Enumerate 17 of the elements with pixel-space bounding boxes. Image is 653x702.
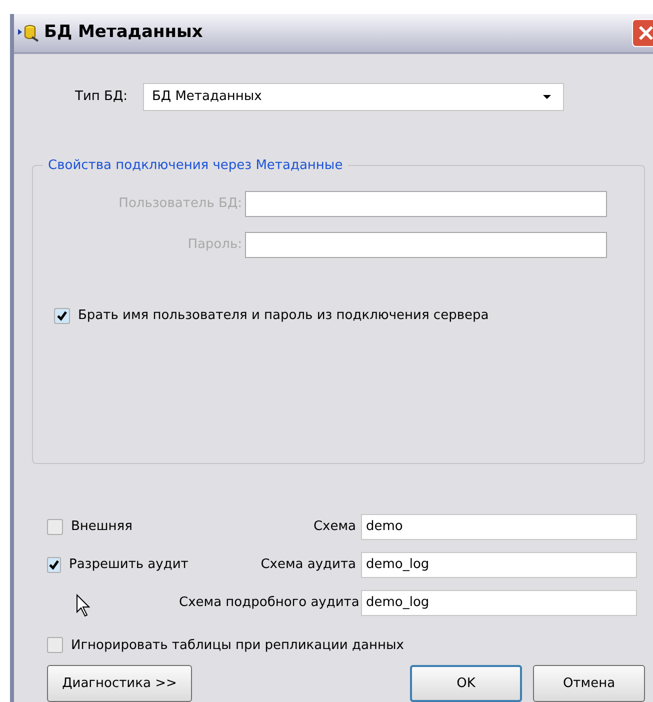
window-title: БД Метаданных (44, 21, 203, 44)
checkbox-label: Разрешить аудит (69, 556, 188, 574)
checkbox-label: Внешняя (71, 518, 132, 536)
dialog-button[interactable]: Отмена (533, 665, 645, 702)
dialog-button[interactable]: OK (410, 665, 522, 702)
input-field[interactable]: demo_log (361, 590, 637, 616)
input-field[interactable]: demo_log (361, 552, 637, 578)
checkbox-label: Игнорировать таблицы при репликации данных (71, 636, 404, 654)
field-label: Схема подробного аудита (179, 594, 360, 612)
field-label: Пользователь БД: (118, 195, 243, 214)
checkbox-label: Брать имя пользователя и пароль из подключения сервера (78, 306, 489, 325)
db-type-dropdown[interactable]: БД Метаданных (143, 82, 564, 111)
field-label: Пароль: (186, 236, 243, 254)
field-label: Схема (312, 518, 357, 536)
db-type-label: Тип БД: (75, 88, 128, 106)
input-field[interactable]: demo (361, 514, 637, 540)
dialog-button[interactable]: Диагностика >> (47, 665, 192, 702)
